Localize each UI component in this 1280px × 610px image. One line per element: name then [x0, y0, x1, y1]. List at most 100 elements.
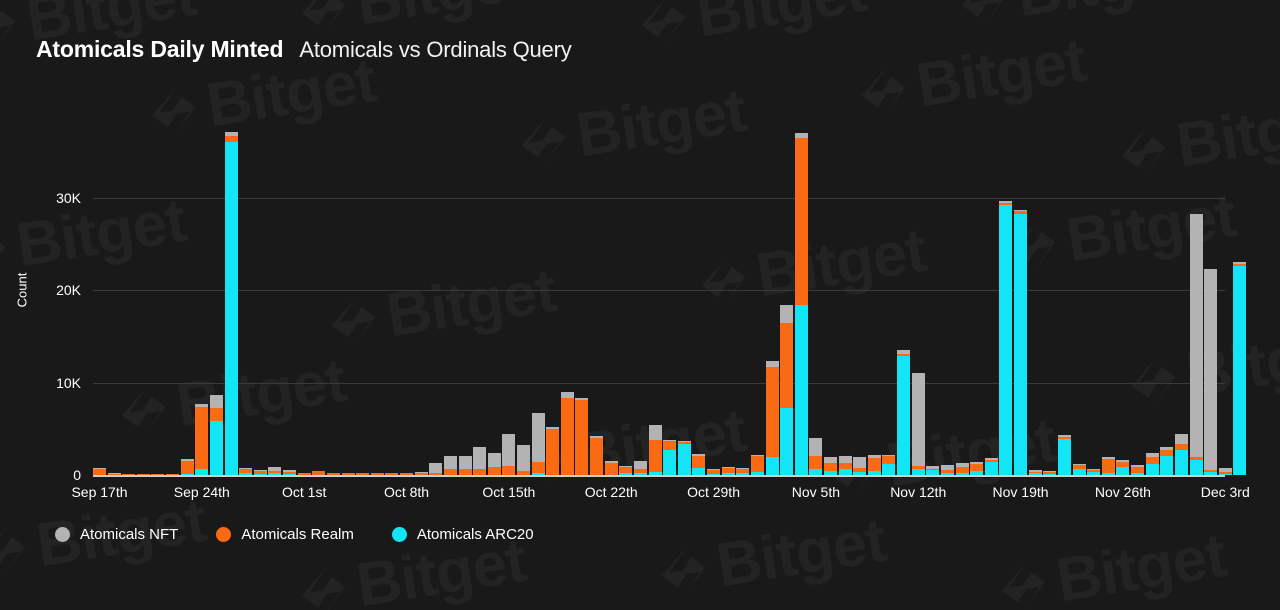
bar-stack[interactable]	[1233, 262, 1247, 475]
bar-segment-nft	[458, 455, 472, 470]
bar-segment-arc20	[1189, 460, 1203, 475]
bar-stack[interactable]	[107, 473, 121, 475]
bar-stack[interactable]	[707, 468, 721, 475]
bar-stack[interactable]	[955, 463, 969, 475]
bar-stack[interactable]	[209, 394, 223, 475]
bar-stack[interactable]	[166, 473, 180, 475]
bar-stack[interactable]	[882, 454, 896, 475]
bar-stack[interactable]	[326, 472, 340, 475]
bar-segment-realm	[809, 455, 823, 469]
legend-color-dot-icon	[55, 527, 70, 542]
bar-segment-realm	[1101, 459, 1115, 474]
bar-stack[interactable]	[1160, 447, 1174, 475]
bar-stack[interactable]	[370, 473, 384, 475]
bar-stack[interactable]	[1043, 471, 1057, 475]
bar-stack[interactable]	[1072, 463, 1086, 475]
bar-stack[interactable]	[151, 473, 165, 475]
bar-segment-realm	[136, 473, 150, 475]
bar-stack[interactable]	[546, 426, 560, 475]
bar-stack[interactable]	[809, 438, 823, 475]
bar-stack[interactable]	[429, 462, 443, 475]
bar-stack[interactable]	[458, 455, 472, 475]
bar-stack[interactable]	[122, 473, 136, 475]
bar-stack[interactable]	[926, 465, 940, 475]
bar-stack[interactable]	[663, 439, 677, 475]
bar-stack[interactable]	[531, 413, 545, 475]
bar-stack[interactable]	[224, 131, 238, 475]
bar-stack[interactable]	[560, 391, 574, 475]
bar-stack[interactable]	[750, 454, 764, 475]
bar-stack[interactable]	[473, 447, 487, 475]
bar-stack[interactable]	[692, 453, 706, 475]
bar-segment-arc20	[195, 469, 209, 475]
bar-stack[interactable]	[1057, 435, 1071, 475]
bar-stack[interactable]	[487, 452, 501, 475]
bar-stack[interactable]	[195, 403, 209, 475]
bar-stack[interactable]	[721, 466, 735, 475]
bar-stack[interactable]	[619, 465, 633, 475]
x-axis-tick-label: Dec 3rd	[1200, 484, 1250, 500]
bar-stack[interactable]	[283, 469, 297, 475]
bar-stack[interactable]	[93, 468, 106, 475]
bar-stack[interactable]	[385, 473, 399, 475]
bar-stack[interactable]	[604, 461, 618, 475]
bar-stack[interactable]	[1145, 452, 1159, 475]
bar-stack[interactable]	[648, 425, 662, 475]
bar-stack[interactable]	[633, 461, 647, 475]
bar-stack[interactable]	[136, 473, 150, 475]
bar-segment-arc20	[1087, 472, 1101, 475]
bar-segment-arc20	[736, 473, 750, 475]
bar-stack[interactable]	[780, 304, 794, 475]
bar-stack[interactable]	[940, 464, 954, 475]
bar-stack[interactable]	[1218, 467, 1232, 475]
bar-stack[interactable]	[1087, 468, 1101, 475]
bar-stack[interactable]	[853, 456, 867, 475]
bar-stack[interactable]	[867, 454, 881, 475]
bar-stack[interactable]	[590, 436, 604, 475]
legend-item-atomicals-realm[interactable]: Atomicals Realm	[216, 526, 354, 543]
bar-stack[interactable]	[1014, 209, 1028, 475]
bar-stack[interactable]	[736, 467, 750, 475]
bar-stack[interactable]	[1028, 470, 1042, 475]
bar-stack[interactable]	[1131, 464, 1145, 475]
legend-item-atomicals-nft[interactable]: Atomicals NFT	[55, 526, 178, 543]
bar-stack[interactable]	[970, 462, 984, 475]
bar-stack[interactable]	[1116, 460, 1130, 475]
bar-segment-realm	[604, 462, 618, 475]
bar-stack[interactable]	[824, 456, 837, 475]
bar-stack[interactable]	[794, 132, 808, 475]
bar-stack[interactable]	[999, 201, 1013, 475]
bar-stack[interactable]	[312, 471, 326, 475]
legend-item-atomicals-arc20[interactable]: Atomicals ARC20	[391, 526, 534, 543]
bar-stack[interactable]	[400, 473, 414, 475]
x-axis-tick-label: Sep 17th	[71, 484, 128, 500]
bar-segment-realm	[575, 399, 589, 475]
bar-segment-realm	[370, 473, 384, 475]
bar-stack[interactable]	[838, 455, 852, 475]
bar-stack[interactable]	[677, 440, 691, 475]
bar-stack[interactable]	[356, 473, 370, 475]
bar-stack[interactable]	[443, 455, 457, 475]
bar-stack[interactable]	[1189, 214, 1203, 475]
bar-stack[interactable]	[297, 473, 311, 475]
bar-stack[interactable]	[984, 458, 998, 475]
x-axis-tick-label: Nov 26th	[1094, 484, 1151, 500]
bar-stack[interactable]	[1204, 268, 1218, 475]
bar-stack[interactable]	[253, 469, 267, 475]
bar-stack[interactable]	[575, 398, 589, 475]
bar-stack[interactable]	[911, 373, 925, 475]
bar-segment-nft	[648, 425, 662, 440]
bar-stack[interactable]	[268, 467, 282, 475]
bar-stack[interactable]	[897, 350, 911, 475]
bar-stack[interactable]	[765, 361, 779, 475]
bar-stack[interactable]	[1101, 456, 1115, 475]
bar-stack[interactable]	[516, 445, 530, 475]
bar-stack[interactable]	[341, 472, 355, 475]
bar-stack[interactable]	[414, 471, 428, 475]
bar-stack[interactable]	[180, 459, 194, 475]
bar-stack[interactable]	[239, 467, 253, 475]
bar-stack[interactable]	[502, 434, 516, 475]
y-axis-tick-label: 20K	[56, 282, 81, 298]
bar-stack[interactable]	[1174, 434, 1188, 475]
x-axis-tick-label: Oct 15th	[482, 484, 536, 500]
